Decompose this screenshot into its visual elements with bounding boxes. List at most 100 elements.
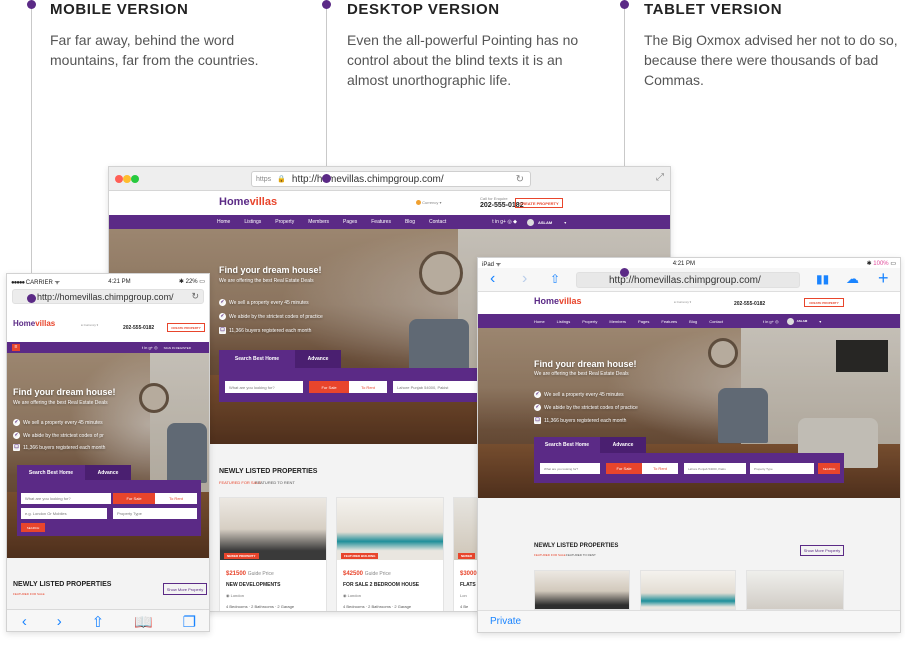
tablet-currency-selector[interactable]: ● Currency ▾ [674,300,691,304]
desktop-location-input[interactable]: Lahore Punjab 54000, Pakist [393,381,477,393]
desktop-check-3: ☐ 11,366 buyers registered each month [219,327,312,334]
desktop-search-tabs: Search Best Home Advance [219,350,341,368]
private-mode-button[interactable]: Private [490,616,521,627]
desktop-logo[interactable]: Home villas [219,196,277,208]
desktop-what-input[interactable]: What are you looking for? [225,381,303,393]
mobile-social-icons[interactable]: t in g+ ◎ [142,345,158,350]
desktop-url-bar[interactable]: https 🔒 http://homevillas.chimpgroup.com… [251,171,531,187]
tab-advance[interactable]: Advance [295,350,341,368]
tab-search-best-home[interactable]: Search Best Home [219,350,295,368]
tablet-logo[interactable]: Home villas [534,296,582,306]
nav-blog[interactable]: Blog [405,219,415,225]
desktop-anchor-dot [322,174,331,183]
tablet-to-rent-button[interactable]: To Rent [642,463,678,474]
mobile-search-button[interactable]: SEARCH [21,523,45,532]
bookmarks-icon[interactable]: ▮▮ [816,272,829,286]
tabs-icon[interactable]: ❐ [183,613,196,631]
tablet-nav-property[interactable]: Property [582,319,597,324]
tablet-tab-advance[interactable]: Advance [600,437,646,453]
currency-selector[interactable]: Currency ▾ [416,200,441,206]
forward-icon[interactable]: › [57,613,62,630]
tablet-nav-features[interactable]: Features [661,319,677,324]
nav-pages[interactable]: Pages [343,219,357,225]
tablet-nav-blog[interactable]: Blog [689,319,697,324]
tablet-for-sale-button[interactable]: For Sale [606,463,642,474]
back-icon[interactable]: ‹ [22,613,27,630]
nav-contact[interactable]: Contact [429,219,446,225]
nav-members[interactable]: Members [308,219,329,225]
desktop-user-name[interactable]: ASLAM [538,220,552,225]
property-card[interactable] [534,570,630,610]
desktop-featured-rent-link[interactable]: FEATURED TO RENT [255,480,295,485]
desktop-to-rent-button[interactable]: To Rent [349,381,387,393]
tablet-what-input[interactable]: What are you looking for? [540,463,600,474]
mobile-property-type-select[interactable]: Property Type [113,508,197,519]
tablet-nav-pages[interactable]: Pages [638,319,649,324]
tablet-nav-members[interactable]: Members [609,319,626,324]
mobile-tab-advance[interactable]: Advance [85,465,131,480]
tablet-url-bar[interactable]: http://homevillas.chimpgroup.com/ [576,272,800,288]
mobile-phone-number: 202-555-0182 [123,325,155,331]
property-card[interactable]: NEWER PROPERTY $21500 Guide Price NEW DE… [219,497,327,611]
close-dot-icon[interactable] [115,175,123,183]
mobile-url-bar[interactable]: http://homevillas.chimpgroup.com/ ↻ [12,289,204,304]
forward-icon[interactable]: › [522,270,527,288]
property-card[interactable] [746,570,844,610]
tablet-nav-home[interactable]: Home [534,319,545,324]
nav-home[interactable]: Home [217,219,230,225]
hamburger-menu-icon[interactable]: ≡ [12,344,20,351]
mobile-currency-selector[interactable]: ● Currency ▾ [81,323,98,327]
tablet-featured-rent-link[interactable]: FEATURED TO RENT [566,553,596,557]
nav-property[interactable]: Property [275,219,294,225]
mobile-featured-sale-link[interactable]: FEATURED FOR SALE [13,592,45,596]
tablet-user-name[interactable]: ASLAM [797,319,808,323]
share-icon[interactable]: ⇧ [92,613,105,631]
desktop-check-2: ✓ We abide by the strictest codes of prac… [219,313,323,320]
desktop-for-sale-button[interactable]: For Sale [309,381,349,393]
tablet-featured-sale-link[interactable]: FEATURED FOR SALE [534,553,566,557]
tablet-search-button[interactable]: SEARCH [818,463,840,474]
mobile-tab-search-best-home[interactable]: Search Best Home [17,465,85,480]
chevron-down-icon[interactable]: ▾ [564,220,566,225]
tablet-show-more-button[interactable]: Show More Property [800,545,844,556]
mobile-what-input[interactable]: What are you looking for? [21,493,111,504]
mobile-location-input[interactable]: e.g. London Or Mobiles [21,508,107,519]
mobile-to-rent-button[interactable]: To Rent [155,493,197,504]
nav-listings[interactable]: Listings [244,219,261,225]
property-card[interactable]: FEATURED BUILDING $42500 Guide Price FOR… [336,497,444,611]
add-tab-icon[interactable]: + [878,268,889,289]
share-icon[interactable]: ⇧ [550,272,560,286]
mobile-logo[interactable]: Home villas [13,319,55,328]
chevron-down-icon[interactable]: ▾ [819,319,821,324]
tablet-nav-listings[interactable]: Listings [557,319,571,324]
tablet-property-type-select[interactable]: Property Type [750,463,814,474]
tablet-social-icons[interactable]: t in g+ ◎ [763,319,779,324]
mobile-create-property-button[interactable]: CREATE PROPERTY [167,323,205,332]
mobile-for-sale-button[interactable]: For Sale [113,493,155,504]
mobile-signin-link[interactable]: SIGN IN REGISTER [164,346,191,350]
tablet-location-input[interactable]: Lahore Punjab 54000, Pakis [684,463,746,474]
tablet-tab-search-best-home[interactable]: Search Best Home [534,437,600,453]
cloud-icon[interactable]: ☁ [846,271,859,287]
mobile-section-title: NEWLY LISTED PROPERTIES [13,581,112,588]
fullscreen-icon[interactable]: ⤢ [656,172,664,183]
maximize-dot-icon[interactable] [131,175,139,183]
avatar[interactable] [526,218,534,226]
back-icon[interactable]: ‹ [490,270,495,288]
reload-icon[interactable]: ↻ [191,291,199,302]
nav-features[interactable]: Features [371,219,391,225]
reload-icon[interactable]: ↻ [516,174,524,185]
minimize-dot-icon[interactable] [123,175,131,183]
social-icons[interactable]: t in g+ ◎ ◆ [492,219,517,225]
https-label: https [256,175,272,183]
mobile-show-more-button[interactable]: Show More Property [163,583,207,595]
tablet-create-property-button[interactable]: CREATE PROPERTY [804,298,844,307]
desktop-create-property-button[interactable]: CREATE PROPERTY [515,198,563,208]
status-badge: FEATURED BUILDING [341,553,379,559]
bookmarks-icon[interactable]: 📖 [134,613,153,631]
property-image [641,571,735,609]
property-card[interactable] [640,570,736,610]
avatar[interactable] [786,317,794,325]
mobile-device: ●●●●● CARRIER ᯤ 4:21 PM ✱ 22% ▭ http://h… [6,273,210,632]
tablet-nav-contact[interactable]: Contact [709,319,723,324]
